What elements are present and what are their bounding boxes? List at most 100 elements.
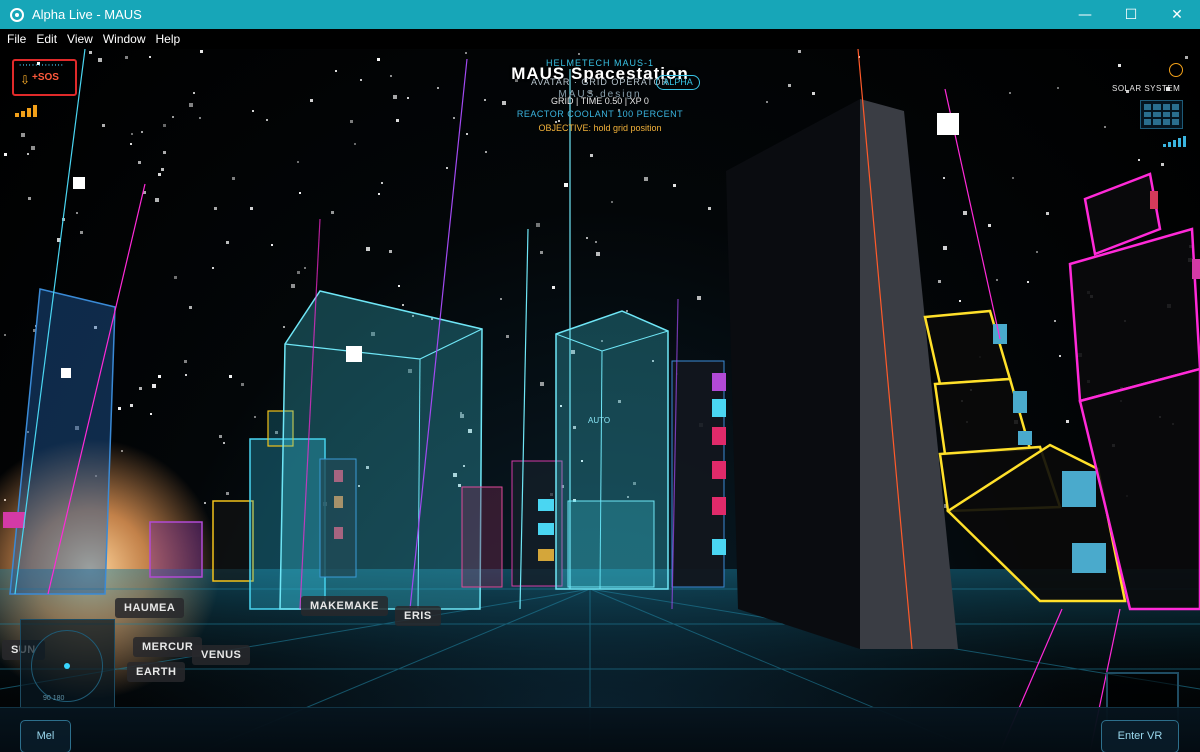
menu-edit[interactable]: Edit <box>31 29 62 49</box>
star <box>76 212 78 214</box>
mel-button[interactable]: Mel <box>20 720 71 752</box>
star <box>21 133 25 137</box>
star <box>291 284 295 288</box>
star <box>1066 420 1069 423</box>
solar-system-map-button[interactable] <box>1140 100 1183 129</box>
alpha-badge: ALPHA <box>656 75 700 90</box>
star <box>185 374 187 376</box>
star <box>200 50 203 53</box>
star <box>1012 177 1014 179</box>
star <box>131 133 133 135</box>
star <box>150 413 152 415</box>
star <box>163 151 166 154</box>
star <box>1027 281 1029 283</box>
star <box>161 168 164 171</box>
minimize-button[interactable]: — <box>1062 0 1108 29</box>
maximize-button[interactable]: ☐ <box>1108 0 1154 29</box>
star <box>540 251 543 254</box>
star <box>266 119 268 121</box>
star <box>28 197 31 200</box>
star <box>223 442 225 444</box>
star <box>184 360 187 363</box>
star <box>1036 251 1038 253</box>
close-button[interactable]: ✕ <box>1154 0 1200 29</box>
building-glass-large <box>279 290 483 610</box>
signal-strength-icon <box>1163 136 1186 147</box>
star <box>798 50 801 53</box>
star <box>673 184 676 187</box>
star <box>466 133 468 135</box>
menu-window[interactable]: Window <box>98 29 151 49</box>
star <box>331 211 334 214</box>
star <box>1138 159 1140 161</box>
star <box>697 296 701 300</box>
menu-file[interactable]: File <box>2 29 31 49</box>
star <box>540 382 544 386</box>
planet-label-eris[interactable]: ERIS <box>395 606 441 626</box>
star <box>996 279 998 281</box>
grid-status: GRID | TIME 0.50 | XP 0 <box>551 96 649 106</box>
menu-help[interactable]: Help <box>151 29 186 49</box>
star <box>378 193 380 195</box>
star <box>485 151 487 153</box>
minimap-heading: 90 180 <box>43 695 65 702</box>
star <box>552 286 555 289</box>
star <box>959 300 961 302</box>
sun-icon[interactable] <box>1169 63 1183 77</box>
star <box>626 310 628 312</box>
star <box>366 247 370 251</box>
building-windows <box>538 499 554 561</box>
star <box>1059 355 1061 357</box>
star <box>229 375 232 378</box>
title-bar: Alpha Live - MAUS — ☐ ✕ <box>0 0 1200 29</box>
star <box>381 182 383 184</box>
star <box>590 154 593 157</box>
star <box>27 153 29 155</box>
star <box>595 241 597 243</box>
reactor-coolant: REACTOR COOLANT 100 PERCENT <box>516 109 684 119</box>
solar-system-label: SOLAR SYSTEM <box>1112 84 1181 93</box>
star <box>611 201 613 203</box>
star <box>189 306 192 309</box>
star <box>4 334 6 336</box>
menu-bar: File Edit View Window Help <box>0 29 1200 49</box>
star <box>31 146 35 150</box>
star <box>158 173 161 176</box>
minimap[interactable]: 90 180 <box>20 619 115 709</box>
star <box>155 198 159 202</box>
star <box>389 250 392 253</box>
building-yellow-small <box>212 500 254 582</box>
star <box>943 246 947 250</box>
enter-vr-button[interactable]: Enter VR <box>1101 720 1179 752</box>
star <box>299 192 301 194</box>
planet-label-earth[interactable]: EARTH <box>127 662 186 682</box>
building-left-blue <box>9 288 116 595</box>
star <box>174 276 177 279</box>
star <box>80 231 83 234</box>
building-magenta-dark <box>511 460 563 587</box>
star <box>398 285 400 287</box>
window-title: Alpha Live - MAUS <box>32 7 142 22</box>
planet-label-venus[interactable]: VENUS <box>192 645 251 665</box>
menu-view[interactable]: View <box>62 29 98 49</box>
star <box>396 119 399 122</box>
window-controls: — ☐ ✕ <box>1062 0 1200 29</box>
app-icon <box>10 7 24 22</box>
planet-label-makemake[interactable]: MAKEMAKE <box>301 596 388 616</box>
monolith-dark <box>726 99 860 649</box>
game-viewport[interactable]: AUTO '''''''''''''' ⇩ +SOS HELMETECH MAU… <box>0 49 1200 752</box>
star <box>4 153 7 156</box>
building-purple <box>149 521 203 578</box>
star <box>586 237 588 239</box>
star <box>139 387 142 390</box>
player-marker-icon <box>64 663 70 669</box>
star <box>578 53 580 55</box>
star <box>402 304 404 306</box>
star <box>204 502 206 504</box>
star <box>1046 212 1049 215</box>
planet-label-haumea[interactable]: HAUMEA <box>115 598 185 618</box>
star <box>219 435 222 438</box>
star <box>963 211 967 215</box>
star <box>130 404 133 407</box>
star <box>500 298 502 300</box>
